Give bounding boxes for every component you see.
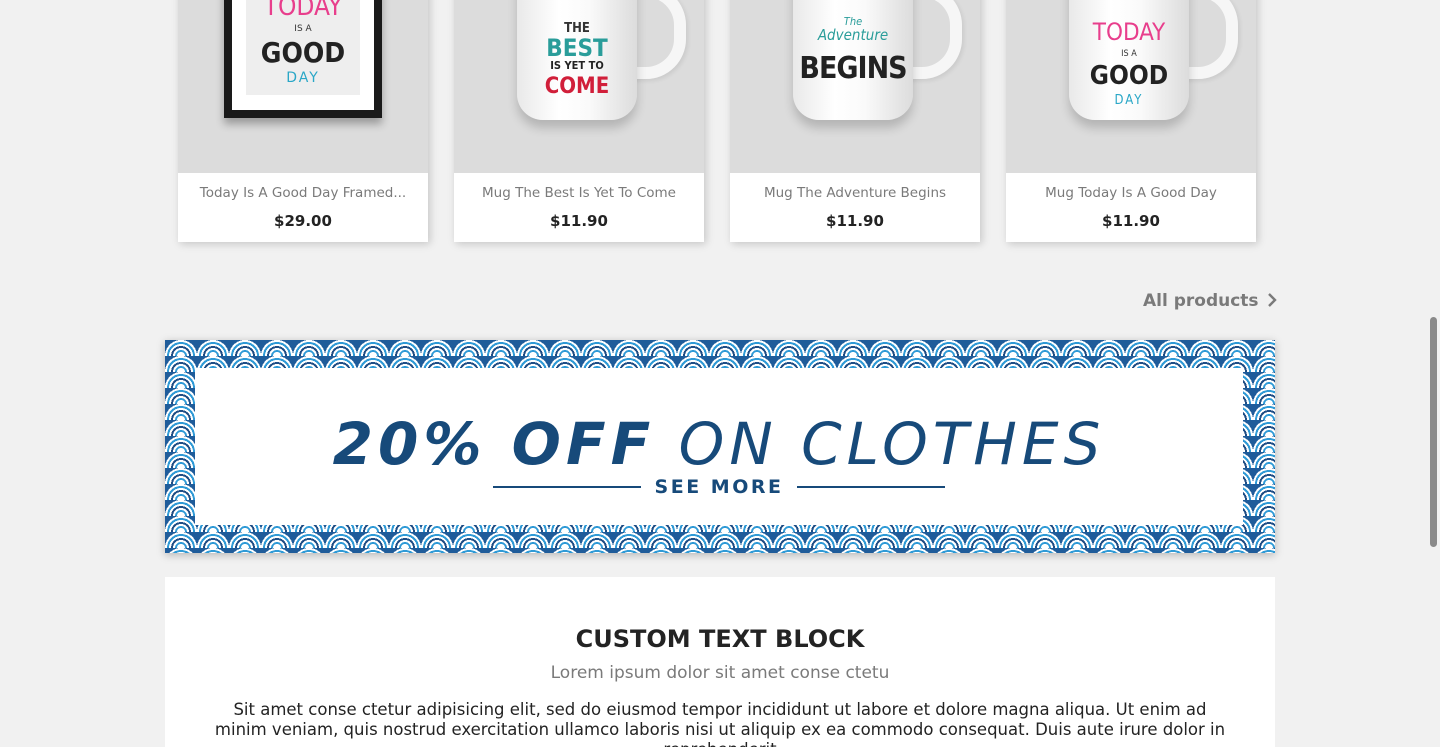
promo-banner[interactable]: 20% OFF ON CLOTHES SEE MORE (165, 340, 1275, 553)
banner-headline-light: ON CLOTHES (678, 410, 1106, 478)
banner-content: 20% OFF ON CLOTHES SEE MORE (195, 368, 1243, 525)
art-text: BEGINS (799, 51, 907, 86)
custom-text-title: CUSTOM TEXT BLOCK (575, 625, 865, 653)
chevron-right-icon (1267, 291, 1277, 311)
all-products-label: All products (1143, 291, 1259, 311)
product-name[interactable]: Mug The Best Is Yet To Come (454, 185, 704, 201)
art-text: COME (544, 74, 610, 99)
see-more-label: SEE MORE (654, 476, 784, 498)
product-card[interactable]: THE BEST IS YET TO COME Mug The Best Is … (454, 0, 704, 242)
art-text: IS A (1121, 49, 1137, 59)
art-text: GOOD (1089, 61, 1169, 91)
product-card[interactable]: TODAY IS A GOOD DAY Mug Today Is A Good … (1006, 0, 1256, 242)
page: TODAY IS A GOOD DAY Today Is A Good Day … (0, 0, 1440, 747)
product-thumbnail[interactable]: The Adventure BEGINS (730, 0, 980, 173)
art-text: IS A (294, 24, 312, 34)
art-text: DAY (286, 70, 320, 86)
art-text: GOOD (260, 36, 346, 69)
product-name[interactable]: Today Is A Good Day Framed... (178, 185, 428, 201)
custom-text-block: CUSTOM TEXT BLOCK Lorem ipsum dolor sit … (165, 577, 1275, 747)
scrollbar-thumb[interactable] (1430, 317, 1437, 547)
product-card[interactable]: The Adventure BEGINS Mug The Adventure B… (730, 0, 980, 242)
product-price: $11.90 (826, 212, 884, 230)
product-card[interactable]: TODAY IS A GOOD DAY Today Is A Good Day … (178, 0, 428, 242)
art-text: DAY (1114, 93, 1144, 108)
product-thumbnail[interactable]: TODAY IS A GOOD DAY (1006, 0, 1256, 173)
all-products-link[interactable]: All products (1143, 291, 1277, 311)
divider-line (492, 486, 641, 488)
art-text: TODAY (1092, 18, 1166, 46)
frame-image: TODAY IS A GOOD DAY (224, 0, 382, 118)
product-price: $11.90 (550, 212, 608, 230)
banner-headline: 20% OFF ON CLOTHES (195, 410, 1243, 478)
art-text: BEST (546, 34, 608, 62)
see-more-link[interactable]: SEE MORE (195, 476, 1243, 498)
custom-text-body: Sit amet conse ctetur adipisicing elit, … (214, 700, 1226, 747)
custom-text-subtitle: Lorem ipsum dolor sit amet conse ctetu (550, 663, 890, 683)
product-name[interactable]: Mug Today Is A Good Day (1006, 185, 1256, 201)
product-thumbnail[interactable]: THE BEST IS YET TO COME (454, 0, 704, 173)
banner-headline-strong: 20% OFF (332, 410, 656, 478)
art-text: IS YET TO (550, 59, 604, 72)
product-name[interactable]: Mug The Adventure Begins (730, 185, 980, 201)
art-text: Adventure (817, 26, 889, 44)
product-thumbnail[interactable]: TODAY IS A GOOD DAY (178, 0, 428, 173)
product-price: $29.00 (274, 212, 332, 230)
art-text: TODAY (263, 0, 343, 22)
divider-line (797, 486, 946, 488)
product-price: $11.90 (1102, 212, 1160, 230)
